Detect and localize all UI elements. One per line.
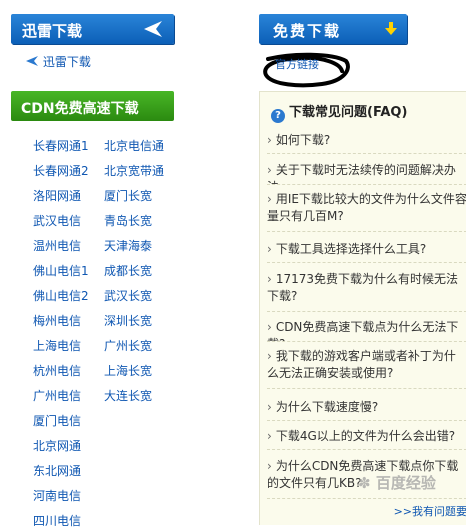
cdn-link-col1[interactable]: 四川电信 [33,512,81,529]
faq-item-text[interactable]: 下载工具选择选择什么工具? [276,242,426,256]
faq-item[interactable]: › 如何下载? [267,132,466,154]
cdn-link-col1[interactable]: 北京网通 [33,437,81,454]
cdn-link-col1[interactable]: 佛山电信2 [33,287,89,304]
faq-item-text[interactable]: 如何下载? [276,133,330,147]
bullet-icon: › [267,320,272,334]
cdn-link-col1[interactable]: 温州电信 [33,237,81,254]
faq-item[interactable]: ›关于下载时无法续传的问题解决办法 [267,162,466,185]
paw-icon: ✽ [358,474,371,492]
faq-item-text[interactable]: 为什么下载速度慢? [276,400,378,414]
cdn-link-col1[interactable]: 广州电信 [33,387,81,404]
cdn-link-col2[interactable]: 深圳长宽 [104,312,152,329]
cdn-link-col2[interactable]: 北京电信通 [104,137,164,154]
free-download-header[interactable]: 免费下载 [259,14,407,44]
cdn-link-col1[interactable]: 武汉电信 [33,212,81,229]
faq-item[interactable]: › 下载4G以上的文件为什么会出错? [267,428,466,450]
faq-item-text[interactable]: 用IE下载比较大的文件为什么文件容量只有几百M? [267,192,466,223]
bullet-icon: › [267,459,272,473]
cdn-link-col1[interactable]: 东北网通 [33,462,81,479]
bullet-icon: › [267,400,272,414]
faq-title-row: ? 下载常见问题(FAQ) [271,101,407,123]
bird-icon [144,21,162,37]
faq-item[interactable]: › 我下载的游戏客户端或者补丁为什么无法正确安装或使用? [267,348,466,389]
bullet-icon: › [267,349,272,363]
bullet-icon: › [267,192,272,206]
xunlei-download-link[interactable]: 迅雷下载 [43,55,91,69]
cdn-link-col1[interactable]: 长春网通1 [33,137,89,154]
cdn-link-col2[interactable]: 广州长宽 [104,337,152,354]
official-link[interactable]: 官方链接 [275,56,319,72]
cdn-link-col1[interactable]: 长春网通2 [33,162,89,179]
cdn-link-col2[interactable]: 上海长宽 [104,362,152,379]
cdn-link-col2[interactable]: 天津海泰 [104,237,152,254]
cdn-link-col1[interactable]: 梅州电信 [33,312,81,329]
bullet-icon: › [267,272,272,286]
faq-item-text[interactable]: CDN免费高速下载点为什么无法下载? [267,320,458,341]
bullet-icon: › [267,163,272,177]
xunlei-link-row[interactable]: 迅雷下载 [25,53,91,70]
cdn-link-col1[interactable]: 河南电信 [33,487,81,504]
faq-item-text[interactable]: 下载4G以上的文件为什么会出错? [276,429,455,443]
cdn-download-header-label: CDN免费高速下载 [21,101,139,117]
bullet-icon: › [267,429,272,443]
cdn-link-col1[interactable]: 上海电信 [33,337,81,354]
free-download-header-label: 免费下载 [273,22,342,40]
cdn-link-col2[interactable]: 成都长宽 [104,262,152,279]
faq-item[interactable]: › 用IE下载比较大的文件为什么文件容量只有几百M? [267,191,466,232]
watermark-text: 百度经验 [375,474,436,492]
cdn-download-header[interactable]: CDN免费高速下载 [11,91,174,121]
cdn-link-col2[interactable]: 武汉长宽 [104,287,152,304]
faq-item[interactable]: › 下载工具选择选择什么工具? [267,241,466,263]
cdn-link-col2[interactable]: 青岛长宽 [104,212,152,229]
faq-item-text[interactable]: 关于下载时无法续传的问题解决办法 [267,163,456,184]
question-icon: ? [271,109,285,123]
cdn-link-col2[interactable]: 厦门长宽 [104,187,152,204]
faq-item[interactable]: › 17173免费下载为什么有时候无法下载? [267,271,466,312]
faq-item-text[interactable]: 我下载的游戏客户端或者补丁为什么无法正确安装或使用? [267,349,456,380]
cdn-link-col2[interactable]: 大连长宽 [104,387,152,404]
cdn-link-col1[interactable]: 佛山电信1 [33,262,89,279]
bird-small-icon [26,56,38,66]
arrow-down-icon [385,22,397,35]
faq-item[interactable]: ›CDN免费高速下载点为什么无法下载? [267,319,466,342]
cdn-link-col1[interactable]: 洛阳网通 [33,187,81,204]
cdn-link-col2[interactable]: 北京宽带通 [104,162,164,179]
xunlei-download-header[interactable]: 迅雷下载 [11,14,174,44]
faq-item[interactable]: › 为什么下载速度慢? [267,399,466,421]
faq-item-text[interactable]: 17173免费下载为什么有时候无法下载? [267,272,458,303]
watermark: ✽ 百度经验 [358,472,436,493]
xunlei-download-header-label: 迅雷下载 [22,22,83,40]
bullet-icon: › [267,242,272,256]
cdn-link-col1[interactable]: 厦门电信 [33,412,81,429]
faq-more-link[interactable]: >>我有问题要 [394,503,466,519]
faq-panel: ?下载常见问题(FAQ) ›如何下载? ›关于下载时无法续传的问题解决办法 ›用… [259,91,466,525]
cdn-link-col1[interactable]: 杭州电信 [33,362,81,379]
faq-title: 下载常见问题(FAQ) [289,105,408,120]
bullet-icon: › [267,133,272,147]
